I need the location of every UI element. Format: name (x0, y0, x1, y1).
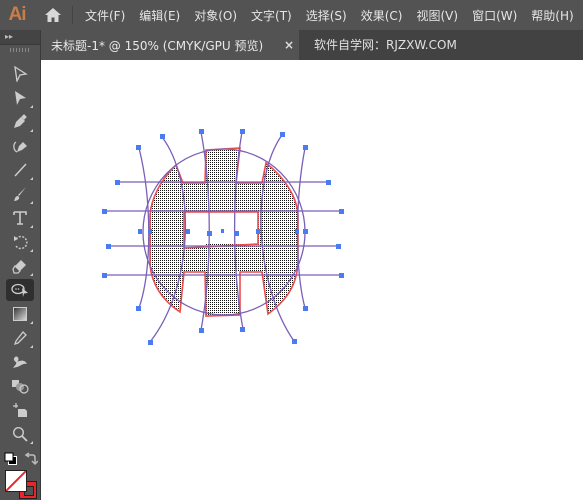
arrow-icon (15, 91, 26, 105)
line-tool[interactable] (6, 159, 34, 181)
envelope-distort-artwork[interactable] (41, 60, 583, 500)
default-colors-icon (4, 452, 17, 465)
home-button[interactable] (40, 0, 66, 30)
fill-swatch[interactable] (5, 470, 27, 492)
menu-select[interactable]: 选择(S) (299, 7, 354, 24)
tab-untitled-1[interactable]: 未标题-1* @ 150% (CMYK/GPU 预览) × (41, 30, 299, 60)
shape-builder-icon (12, 380, 29, 394)
menu-divider (72, 6, 73, 24)
home-icon (45, 8, 61, 22)
menu-effect[interactable]: 效果(C) (354, 7, 410, 24)
menu-view[interactable]: 视图(V) (409, 7, 465, 24)
eraser-tool[interactable] (6, 255, 34, 277)
lasso-select-tool[interactable] (6, 279, 34, 301)
rotate-tool[interactable] (6, 231, 34, 253)
tab-rjzxw[interactable]: 软件自学网：RJZXW.COM (314, 30, 457, 60)
gradient-tool[interactable] (6, 303, 34, 325)
tools-panel: ▸▸ (0, 30, 41, 500)
menu-bar: Ai 文件(F) 编辑(E) 对象(O) 文字(T) 选择(S) 效果(C) 视… (0, 0, 583, 30)
paintbrush-tool[interactable] (6, 183, 34, 205)
artboard-icon (13, 403, 27, 417)
line-icon (14, 163, 27, 177)
selection-tool[interactable] (6, 63, 34, 85)
rotate-icon (14, 235, 28, 250)
puppet-warp-tool[interactable] (6, 351, 34, 373)
shape-builder-tool[interactable] (6, 375, 34, 397)
curvature-pen-icon (13, 141, 27, 153)
menu-edit[interactable]: 编辑(E) (132, 7, 187, 24)
eraser-icon (12, 260, 26, 274)
artboard-canvas[interactable] (41, 60, 583, 500)
menu-object[interactable]: 对象(O) (187, 7, 244, 24)
menu-window[interactable]: 窗口(W) (465, 7, 524, 24)
lasso-icon (11, 283, 28, 297)
default-colors-button[interactable] (4, 451, 18, 465)
document-tab-bar: 未标题-1* @ 150% (CMYK/GPU 预览) × 软件自学网：RJZX… (41, 30, 583, 60)
menu-help[interactable]: 帮助(H) (524, 7, 580, 24)
curvature-tool[interactable] (6, 135, 34, 157)
brush-icon (14, 187, 26, 201)
collapse-toolbar-button[interactable]: ▸▸ (0, 30, 40, 45)
toolbar-grip[interactable] (0, 45, 40, 55)
swap-colors-button[interactable] (24, 451, 39, 466)
eyedropper-tool[interactable] (6, 327, 34, 349)
gradient-icon (13, 307, 27, 321)
app-logo: Ai (8, 4, 27, 25)
menu-type[interactable]: 文字(T) (244, 7, 299, 24)
direct-selection-tool[interactable] (6, 87, 34, 109)
type-tool[interactable] (6, 207, 34, 229)
swap-arrow-icon (24, 452, 39, 466)
no-fill-icon (6, 471, 26, 491)
zoom-tool[interactable] (6, 423, 34, 445)
zoom-icon (12, 426, 28, 442)
close-tab-button[interactable]: × (279, 38, 299, 52)
type-icon (13, 211, 27, 225)
pen-tool[interactable] (6, 111, 34, 133)
eyedropper-icon (13, 331, 27, 346)
hollow-arrow-icon (14, 66, 28, 82)
puppet-icon (13, 356, 27, 368)
pen-icon (14, 114, 27, 128)
menu-file[interactable]: 文件(F) (81, 7, 132, 24)
tab-title: 未标题-1* @ 150% (CMYK/GPU 预览) (51, 38, 264, 53)
artboard-tool[interactable] (6, 399, 34, 421)
